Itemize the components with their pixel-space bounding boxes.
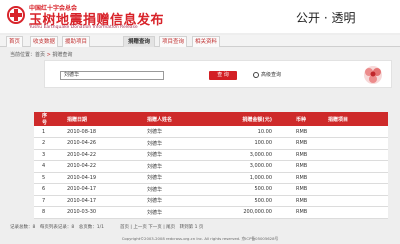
nav-item-project-query[interactable]: 项目查询 xyxy=(159,36,187,47)
header-date: 捐赠日期 xyxy=(51,112,133,126)
cell-project xyxy=(326,126,388,138)
cell-project xyxy=(326,172,388,184)
cell-currency: RMB xyxy=(280,172,326,184)
cell-amount: 200,000.00 xyxy=(204,206,280,219)
table-row: 8 2010-03-30 刘德华 200,000.00 RMB xyxy=(34,206,388,219)
header-currency: 币种 xyxy=(280,112,326,126)
cell-currency: RMB xyxy=(280,183,326,196)
breadcrumb-prefix: 当前位置： xyxy=(10,52,36,58)
header-donor-name: 捐赠人姓名 xyxy=(133,112,204,126)
cell-amount: 1,000.00 xyxy=(204,172,280,184)
pagination-summary: 记录总数：8 每页列表记录：8 总页数：1/1 xyxy=(10,225,104,230)
advanced-search-label: 高级查询 xyxy=(261,72,282,78)
nav-item-income[interactable]: 收支数据 xyxy=(30,36,58,47)
page: 中国红十字会总会 玉树地震捐赠信息发布 Yushu Earthquake Don… xyxy=(0,0,400,244)
cell-currency: RMB xyxy=(280,149,326,161)
cell-seq: 8 xyxy=(34,206,51,219)
pagination-controls[interactable]: 首页 | 上一页 下一页 | 尾页 转到第 1 页 xyxy=(120,224,203,230)
breadcrumb: 当前位置：首页 > 捐赠查询 xyxy=(10,51,72,58)
cell-date: 2010-03-30 xyxy=(51,206,133,219)
table-header-row: 序号 捐赠日期 捐赠人姓名 捐赠金额(元) 币种 捐赠项目 xyxy=(34,112,388,126)
site-header: 中国红十字会总会 玉树地震捐赠信息发布 Yushu Earthquake Don… xyxy=(0,0,400,33)
donation-results-table: 序号 捐赠日期 捐赠人姓名 捐赠金额(元) 币种 捐赠项目 1 2010-08-… xyxy=(34,112,388,219)
nav-item-donation-query[interactable]: 捐赠查询 xyxy=(123,36,155,47)
table-row: 2 2010-04-26 刘德华 100.00 RMB xyxy=(34,137,388,150)
flower-decoration-icon xyxy=(364,66,382,84)
copyright: Copyright©2003-2008 redcross.org.cn Inc.… xyxy=(121,236,279,241)
table-row: 7 2010-04-17 刘德华 500.00 RMB xyxy=(34,195,388,207)
cell-amount: 3,000.00 xyxy=(204,149,280,161)
nav-item-projects[interactable]: 援助项目 xyxy=(62,36,90,47)
cell-project xyxy=(326,137,388,150)
header-seq: 序号 xyxy=(34,112,51,126)
table-row: 6 2010-04-17 刘德华 500.00 RMB xyxy=(34,183,388,196)
cell-date: 2010-04-17 xyxy=(51,183,133,196)
table-row: 5 2010-04-19 刘德华 1,000.00 RMB xyxy=(34,172,388,184)
header-project: 捐赠项目 xyxy=(326,112,388,126)
table-row: 4 2010-04-22 刘德华 3,000.00 RMB xyxy=(34,160,388,173)
cell-seq: 2 xyxy=(34,137,51,150)
cell-currency: RMB xyxy=(280,126,326,138)
cell-donor-name: 刘德华 xyxy=(133,183,204,196)
slogan: 公开 · 透明 xyxy=(296,11,356,25)
cell-project xyxy=(326,195,388,207)
cell-amount: 3,000.00 xyxy=(204,160,280,173)
cell-date: 2010-08-18 xyxy=(51,126,133,138)
advanced-search-link[interactable]: 高级查询 xyxy=(253,71,281,80)
cell-currency: RMB xyxy=(280,137,326,150)
breadcrumb-home[interactable]: 首页 xyxy=(35,52,45,58)
cell-date: 2010-04-19 xyxy=(51,172,133,184)
table-row: 3 2010-04-22 刘德华 3,000.00 RMB xyxy=(34,149,388,161)
cell-amount: 500.00 xyxy=(204,195,280,207)
search-button[interactable]: 查 询 xyxy=(209,71,237,80)
nav-item-materials[interactable]: 相关资料 xyxy=(192,36,220,47)
table-row: 1 2010-08-18 刘德华 10.00 RMB xyxy=(34,126,388,138)
cell-seq: 4 xyxy=(34,160,51,173)
cell-project xyxy=(326,206,388,219)
red-cross-logo-icon xyxy=(7,6,25,24)
breadcrumb-current: 捐赠查询 xyxy=(52,52,73,58)
cell-currency: RMB xyxy=(280,206,326,219)
cell-project xyxy=(326,149,388,161)
nav-item-home[interactable]: 首页 xyxy=(6,36,23,47)
cell-seq: 6 xyxy=(34,183,51,196)
cell-seq: 1 xyxy=(34,126,51,138)
cell-currency: RMB xyxy=(280,160,326,173)
cell-seq: 5 xyxy=(34,172,51,184)
cell-donor-name: 刘德华 xyxy=(133,126,204,138)
cell-donor-name: 刘德华 xyxy=(133,206,204,219)
search-panel: 刘德华 查 询 高级查询 xyxy=(44,60,392,88)
cell-amount: 500.00 xyxy=(204,183,280,196)
magnifier-icon xyxy=(253,71,259,78)
cell-donor-name: 刘德华 xyxy=(133,137,204,150)
cell-date: 2010-04-26 xyxy=(51,137,133,150)
cell-seq: 7 xyxy=(34,195,51,207)
cell-donor-name: 刘德华 xyxy=(133,195,204,207)
site-subtitle: Yushu Earthquake Donation Information Re… xyxy=(29,25,138,30)
cell-seq: 3 xyxy=(34,149,51,161)
header-amount: 捐赠金额(元) xyxy=(204,112,280,126)
cell-project xyxy=(326,160,388,173)
cell-donor-name: 刘德华 xyxy=(133,160,204,173)
cell-date: 2010-04-17 xyxy=(51,195,133,207)
cell-donor-name: 刘德华 xyxy=(133,149,204,161)
cell-donor-name: 刘德华 xyxy=(133,172,204,184)
main-nav: 首页 收支数据 援助项目 捐赠查询 项目查询 相关资料 xyxy=(0,35,400,47)
cell-date: 2010-04-22 xyxy=(51,149,133,161)
cell-date: 2010-04-22 xyxy=(51,160,133,173)
cell-currency: RMB xyxy=(280,195,326,207)
cell-amount: 10.00 xyxy=(204,126,280,138)
cell-project xyxy=(326,183,388,196)
search-input[interactable]: 刘德华 xyxy=(60,71,164,80)
cell-amount: 100.00 xyxy=(204,137,280,150)
